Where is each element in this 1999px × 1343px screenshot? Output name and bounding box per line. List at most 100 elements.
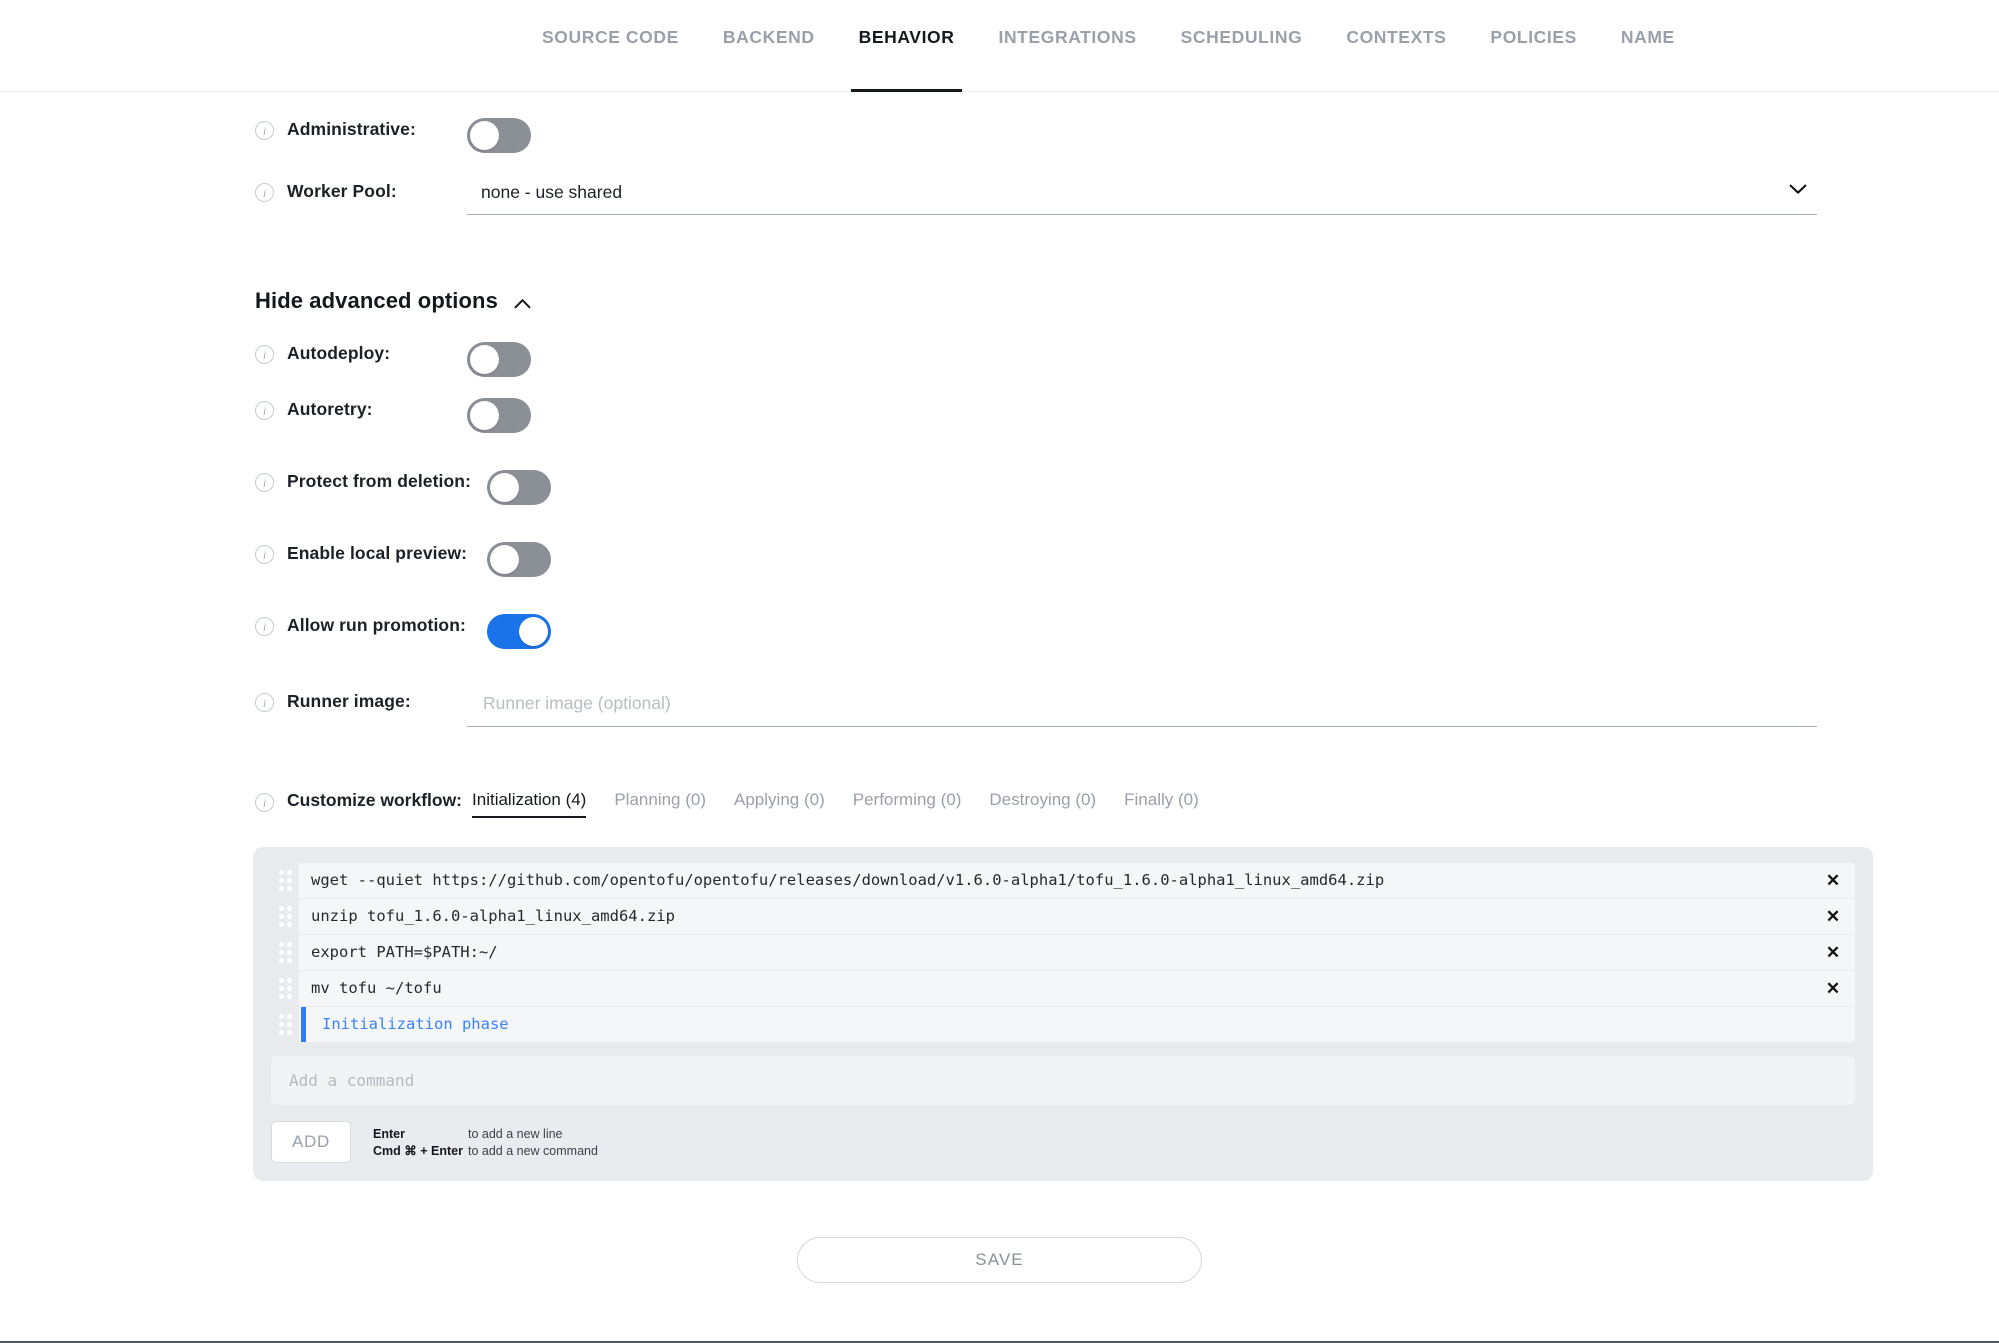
drag-handle-icon[interactable]	[271, 1007, 299, 1042]
hint-key: Cmd ⌘ + Enter	[373, 1143, 463, 1158]
toggle-protect-from-deletion[interactable]	[487, 470, 551, 505]
info-icon[interactable]: i	[255, 121, 274, 140]
settings-tabs: SOURCE CODE BACKEND BEHAVIOR INTEGRATION…	[0, 0, 1999, 92]
workflow-tab-initialization[interactable]: Initialization (4)	[472, 790, 600, 818]
command-text[interactable]: mv tofu ~/tofu	[299, 971, 1811, 1006]
toggle-knob	[470, 121, 499, 150]
info-icon[interactable]: i	[255, 693, 274, 712]
command-row: wget --quiet https://github.com/opentofu…	[271, 863, 1855, 899]
toggle-enable-local-preview[interactable]	[487, 542, 551, 577]
field-runner-image: i Runner image:	[255, 690, 1999, 764]
close-icon[interactable]: ✕	[1811, 899, 1855, 934]
workflow-tab-planning[interactable]: Planning (0)	[600, 790, 720, 818]
field-control-autodeploy	[467, 342, 1999, 377]
save-area: SAVE	[0, 1237, 1999, 1283]
toggle-knob	[519, 617, 548, 646]
info-icon[interactable]: i	[255, 617, 274, 636]
command-panel: wget --quiet https://github.com/opentofu…	[253, 847, 1873, 1181]
field-label-worker-pool: Worker Pool:	[287, 181, 397, 201]
tab-integrations[interactable]: INTEGRATIONS	[976, 26, 1158, 92]
command-row: export PATH=$PATH:~/ ✕	[271, 935, 1855, 971]
hint-description: to add a new line	[468, 1126, 563, 1141]
tab-scheduling[interactable]: SCHEDULING	[1159, 26, 1325, 92]
close-icon[interactable]: ✕	[1811, 971, 1855, 1006]
info-icon[interactable]: i	[255, 183, 274, 202]
tab-source-code[interactable]: SOURCE CODE	[520, 26, 701, 92]
tab-contexts[interactable]: CONTEXTS	[1324, 26, 1468, 92]
field-label-allow-run-promotion: Allow run promotion:	[287, 615, 466, 635]
tab-policies[interactable]: POLICIES	[1468, 26, 1598, 92]
info-icon[interactable]: i	[255, 545, 274, 564]
workflow-tab-applying[interactable]: Applying (0)	[720, 790, 839, 818]
worker-pool-select[interactable]: none - use shared	[467, 180, 1817, 215]
hint-description: to add a new command	[468, 1143, 598, 1158]
drag-handle-icon[interactable]	[271, 935, 299, 970]
command-text[interactable]: export PATH=$PATH:~/	[299, 935, 1811, 970]
field-worker-pool: i Worker Pool: none - use shared	[255, 180, 1999, 252]
info-icon[interactable]: i	[255, 345, 274, 364]
field-control-autoretry	[467, 398, 1999, 433]
command-text[interactable]: wget --quiet https://github.com/opentofu…	[299, 863, 1811, 898]
command-row: mv tofu ~/tofu ✕	[271, 971, 1855, 1007]
drag-handle-icon[interactable]	[271, 971, 299, 1006]
field-protect-from-deletion: i Protect from deletion:	[255, 470, 1999, 542]
toggle-administrative[interactable]	[467, 118, 531, 153]
command-actions: ADD Enter to add a new line Cmd ⌘ + Ente…	[271, 1121, 1855, 1163]
field-administrative: i Administrative:	[255, 118, 1999, 178]
field-control-administrative	[467, 118, 1999, 153]
tab-name[interactable]: NAME	[1599, 26, 1697, 92]
hide-advanced-options-toggle[interactable]: Hide advanced options	[255, 288, 531, 314]
worker-pool-value: none - use shared	[481, 182, 623, 202]
toggle-knob	[490, 545, 519, 574]
field-autoretry: i Autoretry:	[255, 398, 1999, 470]
field-control-runner-image	[467, 690, 1999, 727]
add-button[interactable]: ADD	[271, 1121, 351, 1163]
workflow-tab-finally[interactable]: Finally (0)	[1110, 790, 1213, 818]
toggle-autoretry[interactable]	[467, 398, 531, 433]
toggle-autodeploy[interactable]	[467, 342, 531, 377]
chevron-up-icon	[514, 296, 531, 308]
field-allow-run-promotion: i Allow run promotion:	[255, 614, 1999, 690]
workflow-tab-performing[interactable]: Performing (0)	[839, 790, 976, 818]
chevron-down-icon	[1789, 182, 1807, 194]
field-autodeploy: i Autodeploy:	[255, 342, 1999, 398]
workflow-tab-destroying[interactable]: Destroying (0)	[975, 790, 1110, 818]
tab-backend[interactable]: BACKEND	[701, 26, 837, 92]
runner-image-input[interactable]	[481, 692, 1809, 715]
field-label-administrative: Administrative:	[287, 119, 416, 139]
field-control-worker-pool: none - use shared	[467, 180, 1999, 215]
save-button[interactable]: SAVE	[797, 1237, 1202, 1283]
info-icon[interactable]: i	[255, 473, 274, 492]
info-icon[interactable]: i	[255, 401, 274, 420]
phase-marker-row: Initialization phase	[271, 1007, 1855, 1042]
drag-handle-icon[interactable]	[271, 899, 299, 934]
field-label-runner-image: Runner image:	[287, 691, 411, 711]
info-icon[interactable]: i	[255, 793, 274, 812]
drag-handle-icon[interactable]	[271, 863, 299, 898]
command-row: unzip tofu_1.6.0-alpha1_linux_amd64.zip …	[271, 899, 1855, 935]
toggle-knob	[470, 401, 499, 430]
toggle-knob	[490, 473, 519, 502]
customize-workflow-label: Customize workflow:	[287, 790, 463, 810]
customize-workflow-row: i Customize workflow: Initialization (4)…	[255, 790, 1999, 819]
add-command-input-wrap	[271, 1056, 1855, 1105]
close-icon[interactable]: ✕	[1811, 935, 1855, 970]
close-icon[interactable]: ✕	[1811, 863, 1855, 898]
behavior-settings-page: SOURCE CODE BACKEND BEHAVIOR INTEGRATION…	[0, 0, 1999, 1343]
keyboard-hints: Enter to add a new line Cmd ⌘ + Enter to…	[373, 1127, 598, 1158]
field-control-allow-run-promotion	[487, 614, 1999, 649]
field-control-protect-from-deletion	[487, 470, 1999, 505]
workflow-phase-tabs: Initialization (4) Planning (0) Applying…	[472, 790, 1213, 818]
field-enable-local-preview: i Enable local preview:	[255, 542, 1999, 614]
hint-line: Cmd ⌘ + Enter to add a new command	[373, 1143, 598, 1158]
toggle-allow-run-promotion[interactable]	[487, 614, 551, 649]
phase-marker-text: Initialization phase	[322, 1015, 509, 1033]
add-command-input[interactable]	[287, 1070, 1839, 1091]
field-label-autodeploy: Autodeploy:	[287, 343, 391, 363]
field-label-enable-local-preview: Enable local preview:	[287, 543, 468, 563]
command-text[interactable]: unzip tofu_1.6.0-alpha1_linux_amd64.zip	[299, 899, 1811, 934]
field-label-protect-from-deletion: Protect from deletion:	[287, 471, 472, 491]
behavior-form: i Administrative: i Worker Pool: none - …	[0, 92, 1999, 1283]
hint-key: Enter	[373, 1126, 405, 1141]
tab-behavior[interactable]: BEHAVIOR	[837, 26, 977, 92]
